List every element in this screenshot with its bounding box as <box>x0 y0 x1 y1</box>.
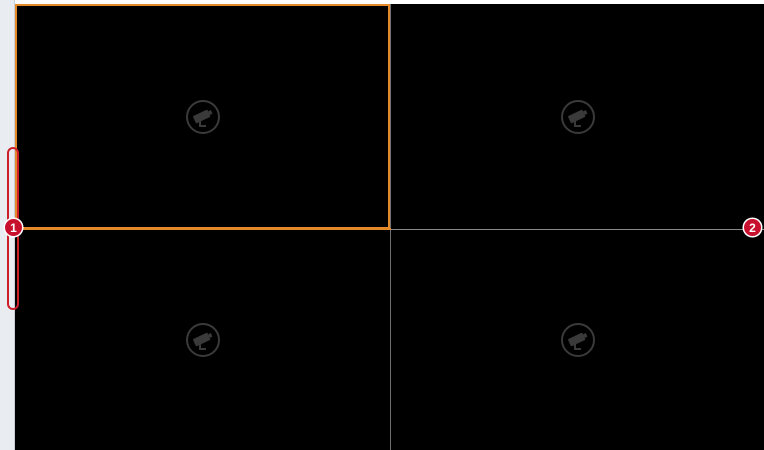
callout-badge-1: 1 <box>5 219 22 236</box>
camera-icon <box>185 99 220 134</box>
video-grid <box>15 4 764 450</box>
video-pane-1[interactable] <box>15 4 390 229</box>
video-pane-3[interactable] <box>15 230 390 450</box>
camera-icon <box>185 323 220 357</box>
callout-badge-2: 2 <box>744 219 761 236</box>
camera-icon <box>560 99 595 134</box>
selected-pane-bottom-border <box>15 228 391 230</box>
video-pane-2[interactable] <box>391 4 764 229</box>
vertical-divider[interactable] <box>390 4 391 450</box>
video-pane-4[interactable] <box>391 230 764 450</box>
camera-icon <box>560 323 595 357</box>
